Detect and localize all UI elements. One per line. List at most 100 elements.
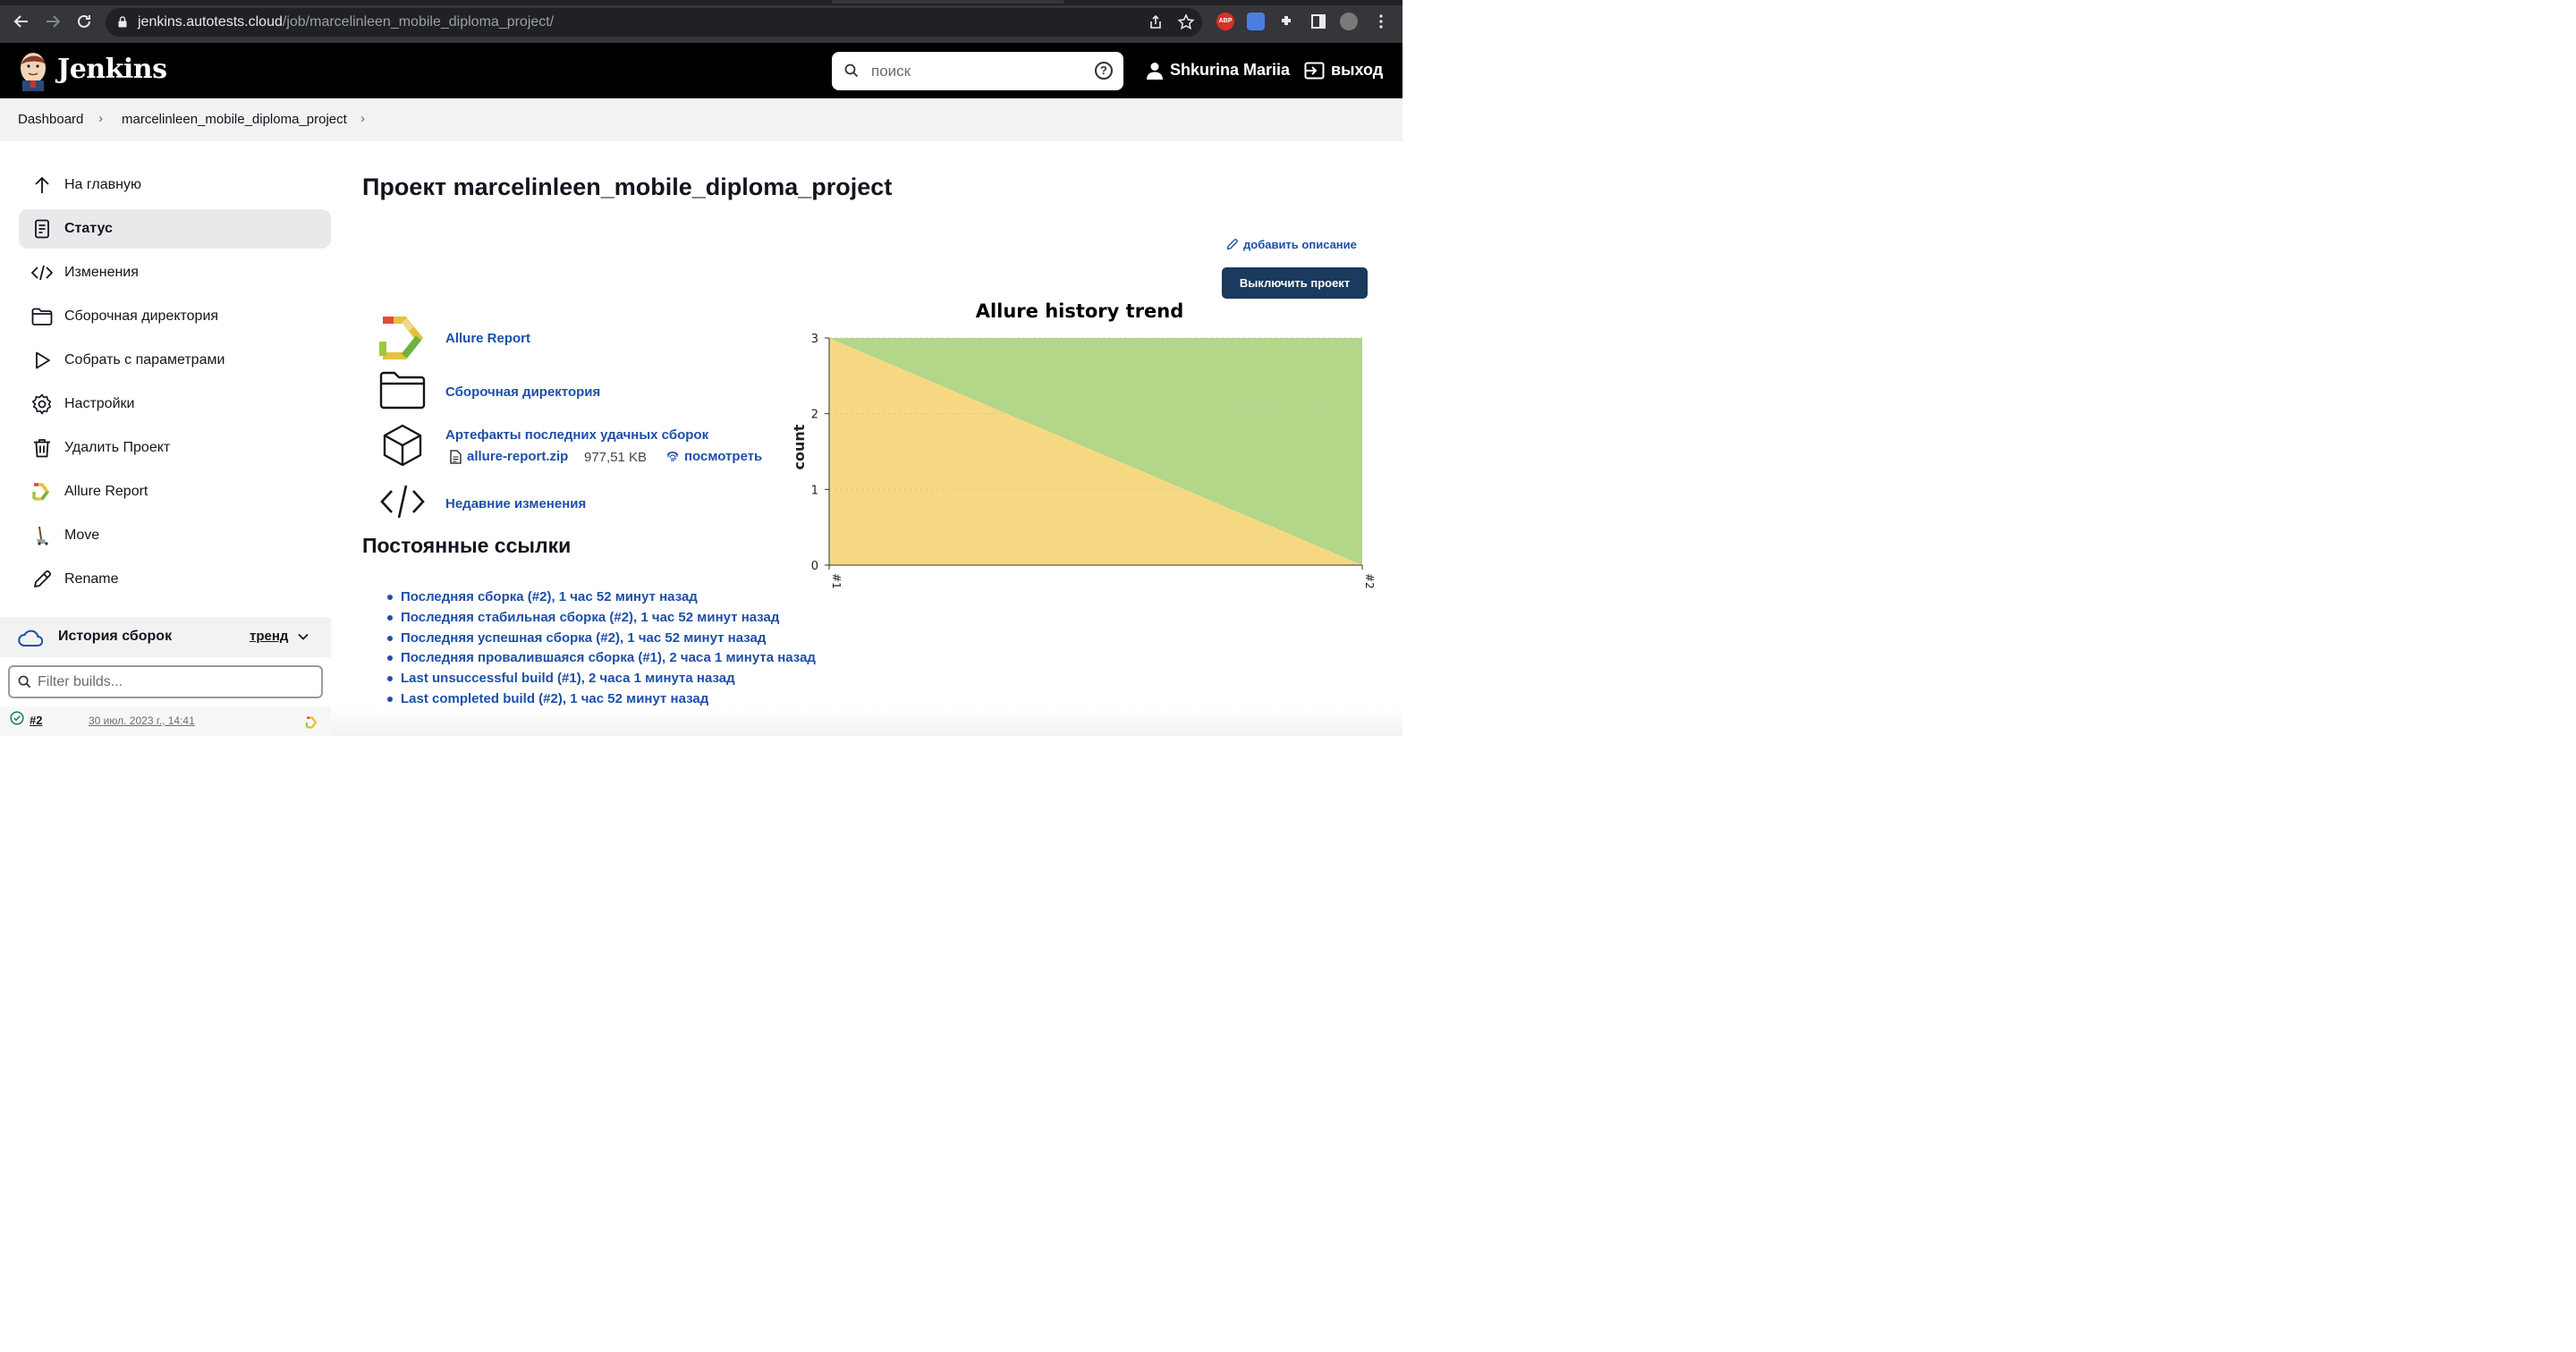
play-icon xyxy=(36,351,50,369)
breadcrumb-dashboard[interactable]: Dashboard xyxy=(18,112,83,127)
search-box[interactable]: ? xyxy=(832,52,1123,90)
jenkins-logo-icon[interactable] xyxy=(18,50,48,91)
y-tick-label: 0 xyxy=(811,560,818,573)
forward-icon[interactable] xyxy=(42,11,64,32)
reload-icon[interactable] xyxy=(73,11,95,32)
address-bar[interactable]: jenkins.autotests.cloud/job/marcelinleen… xyxy=(106,8,1202,37)
permalink-last-stable[interactable]: Последняя стабильная сборка (#2), 1 час … xyxy=(387,610,816,630)
sidebar-item-move[interactable]: Move xyxy=(19,516,331,555)
sidebar-item-settings[interactable]: Настройки xyxy=(19,384,331,424)
search-help-icon[interactable]: ? xyxy=(1095,62,1113,80)
artifact-file-link[interactable]: allure-report.zip xyxy=(450,449,568,464)
sidebar-item-rename[interactable]: Rename xyxy=(19,560,331,599)
allure-trend-chart[interactable]: Allure history trend count 0 1 2 3 #1 #2 xyxy=(787,295,1377,599)
extensions-icon[interactable] xyxy=(1278,13,1296,30)
search-input[interactable] xyxy=(871,61,1086,82)
build-number-link[interactable]: #2 xyxy=(30,714,42,727)
chart-y-axis-label: count xyxy=(791,424,808,469)
allure-icon[interactable] xyxy=(305,715,319,730)
sidebar-item-delete-project[interactable]: Удалить Проект xyxy=(19,428,331,468)
sidebar-item-allure-report[interactable]: Allure Report xyxy=(19,472,331,511)
jenkins-header: Jenkins ? Shkurina Mariia выход xyxy=(0,43,1402,98)
pencil-icon xyxy=(34,570,52,587)
sidebar-item-label: Собрать с параметрами xyxy=(64,352,225,368)
filter-builds-input[interactable] xyxy=(38,673,306,691)
trend-link[interactable]: тренд xyxy=(250,629,288,644)
success-check-icon xyxy=(10,711,24,725)
recent-changes-link[interactable]: Недавние изменения xyxy=(445,496,586,511)
url-text: jenkins.autotests.cloud/job/marcelinleen… xyxy=(138,14,555,30)
breadcrumb-project[interactable]: marcelinleen_mobile_diploma_project xyxy=(122,112,347,127)
user-link[interactable]: Shkurina Mariia xyxy=(1147,61,1290,80)
browser-toolbar: jenkins.autotests.cloud/job/marcelinleen… xyxy=(0,0,1402,43)
search-icon xyxy=(844,63,859,78)
sidebar-item-workspace[interactable]: Сборочная директория xyxy=(19,297,331,336)
permalink-last-unsuccessful[interactable]: Last unsuccessful build (#1), 2 часа 1 м… xyxy=(387,671,816,691)
permalinks-title: Постоянные ссылки xyxy=(362,534,572,557)
sidebar-item-status[interactable]: Статус xyxy=(19,209,331,249)
sidebar-item-label: Сборочная директория xyxy=(64,308,219,324)
add-description-label: добавить описание xyxy=(1243,238,1357,251)
back-icon[interactable] xyxy=(11,11,32,32)
sidebar-item-label: Удалить Проект xyxy=(64,440,171,455)
code-icon xyxy=(31,265,53,281)
add-description-link[interactable]: добавить описание xyxy=(1225,238,1357,251)
y-tick-label: 3 xyxy=(811,333,818,346)
allure-report-icon[interactable] xyxy=(379,317,424,359)
artifact-view-label: посмотреть xyxy=(684,449,763,464)
fingerprint-icon xyxy=(666,451,679,461)
disable-project-button[interactable]: Выключить проект xyxy=(1222,267,1368,299)
filter-builds-box[interactable] xyxy=(8,665,323,698)
jenkins-logo-text[interactable]: Jenkins xyxy=(57,54,167,85)
breadcrumb-separator[interactable]: › xyxy=(360,111,365,126)
bookmark-star-icon[interactable] xyxy=(1177,13,1195,31)
permalink-last-build[interactable]: Последняя сборка (#2), 1 час 52 минут на… xyxy=(387,589,816,610)
artifacts-link[interactable]: Артефакты последних удачных сборок xyxy=(445,427,708,443)
breadcrumb-separator[interactable]: › xyxy=(98,111,103,126)
permalinks-list: Последняя сборка (#2), 1 час 52 минут на… xyxy=(387,589,816,712)
allure-icon xyxy=(32,483,50,501)
x-tick-label: #2 xyxy=(1363,573,1376,589)
menu-kebab-icon[interactable] xyxy=(1372,13,1390,30)
chevron-down-icon[interactable] xyxy=(297,630,309,643)
code-icon[interactable] xyxy=(379,484,426,520)
file-icon xyxy=(450,449,462,464)
build-history-header: История сборок тренд xyxy=(0,617,331,657)
logout-label: выход xyxy=(1331,61,1384,79)
pencil-icon xyxy=(1226,239,1238,250)
sidebar-item-label: Изменения xyxy=(64,265,139,280)
folder-icon xyxy=(31,308,53,325)
package-box-icon xyxy=(383,424,422,467)
sidebar-item-label: Move xyxy=(64,528,100,543)
lock-icon xyxy=(118,16,127,28)
sidebar-item-build-with-params[interactable]: Собрать с параметрами xyxy=(19,341,331,380)
artifact-file-size: 977,51 KB xyxy=(584,450,648,465)
move-icon xyxy=(37,526,48,545)
share-icon[interactable] xyxy=(1147,13,1165,31)
workspace-link[interactable]: Сборочная директория xyxy=(445,384,600,400)
profile-avatar[interactable] xyxy=(1340,13,1358,30)
permalink-last-successful[interactable]: Последняя успешная сборка (#2), 1 час 52… xyxy=(387,630,816,651)
cloud-icon xyxy=(18,630,43,646)
artifact-view-link[interactable]: посмотреть xyxy=(665,449,762,464)
logout-icon xyxy=(1304,62,1325,79)
folder-icon[interactable] xyxy=(379,370,426,410)
sidebar-item-changes[interactable]: Изменения xyxy=(19,253,331,292)
build-row[interactable]: #2 30 июл. 2023 г., 14:41 xyxy=(0,706,331,736)
sidebar-item-home[interactable]: На главную xyxy=(19,165,331,205)
trash-icon xyxy=(34,439,50,458)
y-tick-label: 1 xyxy=(811,484,818,497)
chart-plot-area: 0 1 2 3 #1 #2 xyxy=(811,333,1376,589)
sidebar-item-label: Allure Report xyxy=(64,484,148,499)
side-panel-icon[interactable] xyxy=(1309,13,1327,30)
allure-report-link[interactable]: Allure Report xyxy=(445,331,530,346)
permalink-last-failed[interactable]: Последняя провалившаяся сборка (#1), 2 ч… xyxy=(387,650,816,671)
translate-icon[interactable] xyxy=(1247,13,1265,30)
adblock-icon[interactable]: ABP xyxy=(1216,13,1234,30)
logout-link[interactable]: выход xyxy=(1304,61,1383,80)
sidebar-item-label: Настройки xyxy=(64,396,135,411)
arrow-up-icon xyxy=(35,176,49,193)
build-date-link[interactable]: 30 июл. 2023 г., 14:41 xyxy=(89,714,195,727)
sidebar-item-label: На главную xyxy=(64,177,141,192)
chart-title: Allure history trend xyxy=(976,300,1184,322)
